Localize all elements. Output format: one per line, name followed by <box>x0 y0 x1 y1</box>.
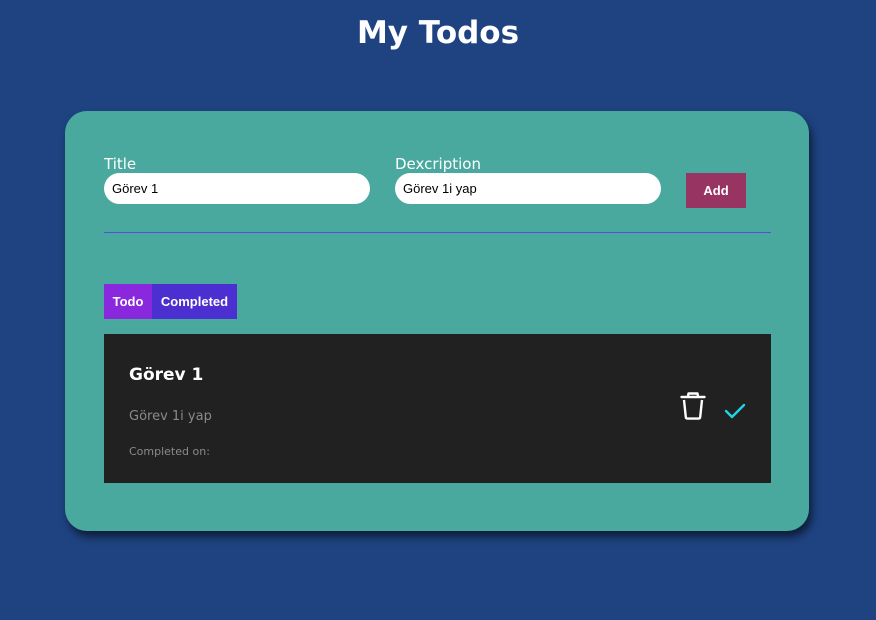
todo-description: Görev 1i yap <box>129 409 212 424</box>
trash-icon[interactable] <box>679 391 707 425</box>
todo-completed-on: Completed on: <box>129 445 210 458</box>
title-input[interactable] <box>104 173 370 204</box>
tab-todo[interactable]: Todo <box>104 284 152 319</box>
description-label: Dexcription <box>395 155 481 173</box>
title-label: Title <box>104 155 137 173</box>
add-button[interactable]: Add <box>686 173 746 208</box>
todo-item: Görev 1 Görev 1i yap Completed on: <box>104 334 771 483</box>
todo-title: Görev 1 <box>129 365 204 385</box>
description-input[interactable] <box>395 173 661 204</box>
check-icon[interactable] <box>724 402 746 424</box>
page-title: My Todos <box>356 15 520 51</box>
divider <box>104 232 771 233</box>
tab-completed[interactable]: Completed <box>152 284 237 319</box>
todo-card: Title Dexcription Add Todo Completed Gör… <box>65 111 809 531</box>
